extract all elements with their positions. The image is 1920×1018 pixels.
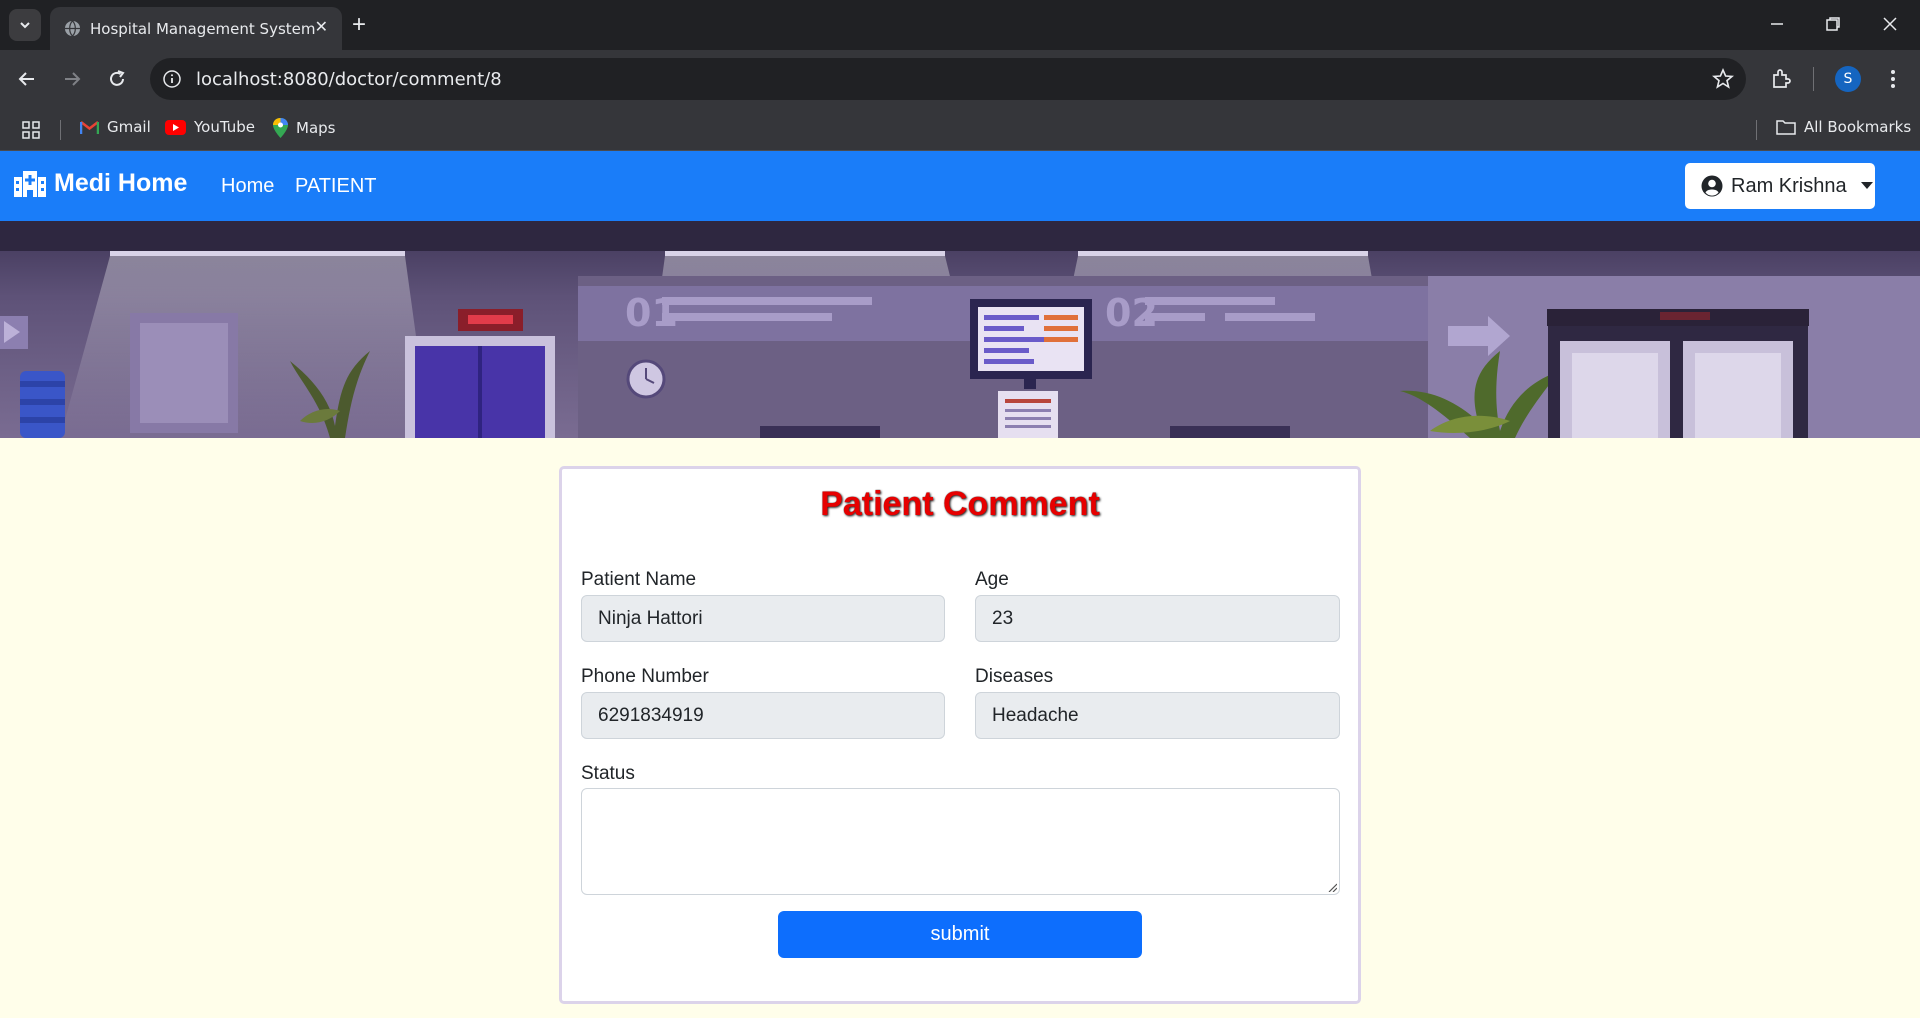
patient-name-input[interactable]: Ninja Hattori (581, 595, 945, 642)
patient-comment-card: Patient Comment Patient Name Ninja Hatto… (559, 466, 1361, 1004)
user-name: Ram Krishna (1731, 174, 1847, 197)
phone-number-input[interactable]: 6291834919 (581, 692, 945, 739)
bookmark-label: Maps (296, 119, 336, 137)
profile-initial: S (1843, 71, 1853, 87)
browser-tab[interactable]: Hospital Management System ✕ (50, 7, 342, 50)
browser-toolbar: localhost:8080/doctor/comment/8 S (0, 50, 1920, 108)
bookmarks-bar: Gmail YouTube Maps All Bookmarks (0, 108, 1920, 151)
new-tab-button[interactable]: + (352, 13, 366, 37)
age-input[interactable]: 23 (975, 595, 1340, 642)
browser-tabstrip: Hospital Management System ✕ + (0, 0, 1920, 50)
phone-number-label: Phone Number (581, 666, 709, 687)
profile-avatar[interactable]: S (1835, 66, 1861, 92)
brand-link[interactable]: Medi Home (14, 169, 187, 198)
caret-down-icon (1860, 182, 1873, 189)
brand-name: Medi Home (54, 169, 188, 197)
diseases-input[interactable]: Headache (975, 692, 1340, 739)
site-info-icon[interactable] (162, 69, 182, 89)
all-bookmarks-button[interactable]: All Bookmarks (1776, 118, 1911, 136)
minimize-icon[interactable] (1765, 12, 1789, 36)
page-content: Medi Home Home PATIENT Ram Krishna 01 02… (0, 151, 1920, 1018)
bookmark-maps[interactable]: Maps (273, 118, 335, 138)
extensions-puzzle-icon[interactable] (1769, 67, 1793, 91)
forward-arrow-icon[interactable] (60, 67, 84, 91)
gmail-icon (80, 120, 99, 134)
maps-icon (273, 118, 288, 138)
bookmarks-separator (60, 120, 61, 140)
address-bar[interactable]: localhost:8080/doctor/comment/8 (150, 58, 1746, 100)
apps-grid-icon[interactable] (21, 120, 41, 140)
hospital-corridor-illustration: 01 02 (0, 221, 1920, 438)
bookmark-label: YouTube (194, 118, 255, 136)
globe-icon (64, 20, 81, 37)
status-textarea[interactable] (581, 788, 1340, 895)
card-title: Patient Comment (820, 485, 1100, 523)
user-circle-icon (1701, 175, 1723, 197)
status-label: Status (581, 763, 635, 784)
url-text: localhost:8080/doctor/comment/8 (196, 69, 502, 90)
age-label: Age (975, 569, 1009, 590)
youtube-icon (165, 119, 186, 135)
bookmark-gmail[interactable]: Gmail (80, 118, 151, 136)
resize-grip-icon[interactable] (1327, 882, 1337, 892)
bookmark-label: Gmail (107, 118, 151, 136)
submit-button[interactable]: submit (778, 911, 1142, 958)
bookmark-youtube[interactable]: YouTube (165, 118, 255, 136)
diseases-label: Diseases (975, 666, 1054, 687)
folder-icon (1776, 120, 1796, 135)
bookmarks-separator (1756, 120, 1757, 140)
reload-icon[interactable] (105, 67, 129, 91)
more-menu-icon[interactable] (1881, 67, 1905, 91)
nav-link-patient[interactable]: PATIENT (295, 175, 376, 198)
nav-link-home[interactable]: Home (221, 175, 274, 198)
bookmark-star-icon[interactable] (1712, 68, 1734, 90)
all-bookmarks-label: All Bookmarks (1804, 118, 1912, 136)
toolbar-separator (1813, 67, 1814, 91)
patient-name-label: Patient Name (581, 569, 697, 590)
user-dropdown-button[interactable]: Ram Krishna (1685, 163, 1875, 209)
tab-title: Hospital Management System (90, 20, 316, 38)
close-window-icon[interactable] (1878, 12, 1902, 36)
back-arrow-icon[interactable] (15, 67, 39, 91)
tab-close-icon[interactable]: ✕ (315, 19, 328, 37)
restore-icon[interactable] (1821, 12, 1845, 36)
hospital-banner-image: 01 02 (0, 221, 1920, 438)
top-navbar: Medi Home Home PATIENT Ram Krishna (0, 151, 1920, 221)
chevron-down-icon (20, 22, 30, 29)
tab-search-button[interactable] (9, 9, 41, 41)
hospital-icon (14, 170, 46, 197)
